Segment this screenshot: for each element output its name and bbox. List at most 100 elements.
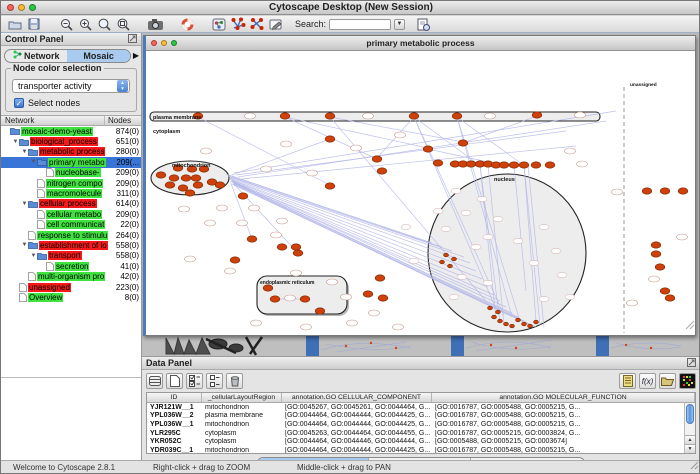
annotation-edit-icon[interactable]	[268, 17, 284, 31]
node-unselected[interactable]	[281, 141, 292, 147]
node-unselected[interactable]	[401, 224, 411, 229]
attribute-batch-select-icon[interactable]	[186, 373, 203, 389]
node-unselected[interactable]	[393, 324, 404, 330]
node-unselected[interactable]	[369, 310, 380, 316]
node-unselected[interactable]	[551, 248, 561, 253]
layout-network-2-icon[interactable]	[249, 17, 265, 31]
open-icon[interactable]	[7, 17, 23, 31]
node-unselected[interactable]	[301, 324, 312, 330]
node-unselected[interactable]	[261, 166, 272, 172]
tree-row-overview[interactable]: Overview8(0)	[1, 292, 141, 302]
node-unselected[interactable]	[627, 300, 638, 306]
node-unselected[interactable]	[485, 113, 496, 119]
tab-mosaic[interactable]: Mosaic	[67, 50, 129, 62]
node-selected[interactable]	[423, 146, 433, 152]
node-selected[interactable]	[247, 236, 257, 242]
app-resize-grip[interactable]	[689, 460, 699, 472]
node-unselected[interactable]	[493, 216, 503, 221]
node-unselected[interactable]	[179, 206, 190, 212]
node-selected[interactable]	[378, 295, 388, 301]
node-unselected[interactable]	[363, 113, 374, 119]
node-selected[interactable]	[375, 275, 385, 281]
node-unselected[interactable]	[565, 148, 576, 154]
node-unselected[interactable]	[483, 280, 493, 285]
edge[interactable]	[230, 177, 464, 257]
column-header[interactable]: annotation.GO CELLULAR_COMPONENT	[282, 393, 432, 402]
node-unselected[interactable]	[217, 205, 228, 211]
expander-icon[interactable]: ▼	[21, 242, 28, 248]
zoom-selected-icon[interactable]	[96, 17, 112, 31]
node-unselected[interactable]	[483, 234, 493, 239]
node-unselected[interactable]	[351, 145, 362, 151]
tree-row-cell-communicat[interactable]: cell communicat22(0)	[1, 220, 141, 230]
attribute-list-icon[interactable]	[206, 373, 223, 389]
tree-row-cellular-metabo[interactable]: cellular metabo209(0)	[1, 209, 141, 219]
tree-row-cellular-process[interactable]: ▼cellular process614(0)	[1, 199, 141, 209]
node-unselected[interactable]	[539, 296, 549, 301]
node-unselected[interactable]	[513, 238, 523, 243]
attribute-open-icon[interactable]	[659, 373, 676, 389]
node-unselected[interactable]	[277, 218, 288, 224]
scroll-up-button[interactable]: ▲	[685, 435, 695, 444]
node-unselected[interactable]	[201, 148, 212, 154]
column-network[interactable]: Network	[1, 116, 105, 125]
network-window-titlebar[interactable]: primary metabolic process	[146, 36, 695, 51]
node-unselected[interactable]	[612, 189, 623, 195]
zoom-out-icon[interactable]	[58, 17, 74, 31]
node-selected[interactable]	[522, 322, 527, 326]
node-unselected[interactable]	[249, 205, 260, 211]
node-selected[interactable]	[165, 182, 175, 188]
node-selected[interactable]	[448, 264, 453, 268]
attribute-create-icon[interactable]	[166, 373, 183, 389]
edge[interactable]	[238, 121, 606, 177]
node-unselected[interactable]	[395, 132, 406, 138]
node-selected[interactable]	[325, 136, 335, 142]
tree-row-unassigned[interactable]: unassigned223(0)	[1, 282, 141, 292]
node-unselected[interactable]	[237, 220, 248, 226]
node-unselected[interactable]	[285, 295, 296, 301]
node-unselected[interactable]	[251, 320, 262, 326]
edge[interactable]	[230, 178, 470, 263]
help-lifesaver-icon[interactable]	[179, 17, 195, 31]
node-selected[interactable]	[293, 250, 303, 256]
node-selected[interactable]	[678, 188, 688, 194]
expander-icon[interactable]: ▼	[30, 253, 37, 259]
tree-row-response-to-stimulu[interactable]: response to stimulu264(0)	[1, 230, 141, 240]
node-unselected[interactable]	[291, 270, 302, 276]
expander-icon[interactable]: ▼	[21, 149, 28, 155]
node-selected[interactable]	[488, 306, 493, 310]
tree-row-nucleobase-[interactable]: nucleobase-209(0)	[1, 168, 141, 178]
node-selected[interactable]	[409, 113, 419, 119]
column-header[interactable]: annotation.GO MOLECULAR_FUNCTION	[432, 393, 695, 402]
node-color-attribute-select[interactable]: transporter activity ▲▼	[12, 79, 130, 93]
float-panel-icon[interactable]	[128, 34, 137, 45]
node-selected[interactable]	[440, 260, 445, 264]
float-data-panel-icon[interactable]	[687, 358, 696, 369]
node-unselected[interactable]	[477, 196, 487, 201]
node-selected[interactable]	[452, 113, 462, 119]
table-row[interactable]: YJR121W__1mitochondrion[GO:0045267, GO:0…	[147, 403, 695, 412]
node-selected[interactable]	[230, 257, 240, 263]
node-selected[interactable]	[372, 156, 382, 162]
node-selected[interactable]	[444, 253, 449, 257]
network-canvas[interactable]: plasma membrane cytoplasm mitochondrion …	[146, 51, 695, 335]
node-selected[interactable]	[193, 182, 203, 188]
node-unselected[interactable]	[341, 294, 352, 300]
node-selected[interactable]	[191, 175, 201, 181]
node-selected[interactable]	[185, 190, 195, 196]
vizmapper-icon[interactable]	[211, 17, 227, 31]
node-selected[interactable]	[169, 175, 179, 181]
table-row[interactable]: YPL036W__1mitochondrion[GO:0044464, GO:0…	[147, 420, 695, 429]
node-selected[interactable]	[300, 296, 310, 302]
table-scrollbar[interactable]: ▲ ▼	[684, 403, 695, 453]
node-selected[interactable]	[660, 188, 670, 194]
table-row[interactable]: YKR052Ccytoplasm[GO:0044464, GO:0044446,…	[147, 437, 695, 446]
layout-network-1-icon[interactable]	[230, 17, 246, 31]
save-icon[interactable]	[26, 17, 42, 31]
scroll-down-button[interactable]: ▼	[685, 444, 695, 453]
node-selected[interactable]	[651, 251, 661, 257]
node-selected[interactable]	[509, 162, 519, 168]
node-selected[interactable]	[377, 168, 387, 174]
node-selected[interactable]	[545, 162, 555, 168]
node-selected[interactable]	[238, 193, 248, 199]
